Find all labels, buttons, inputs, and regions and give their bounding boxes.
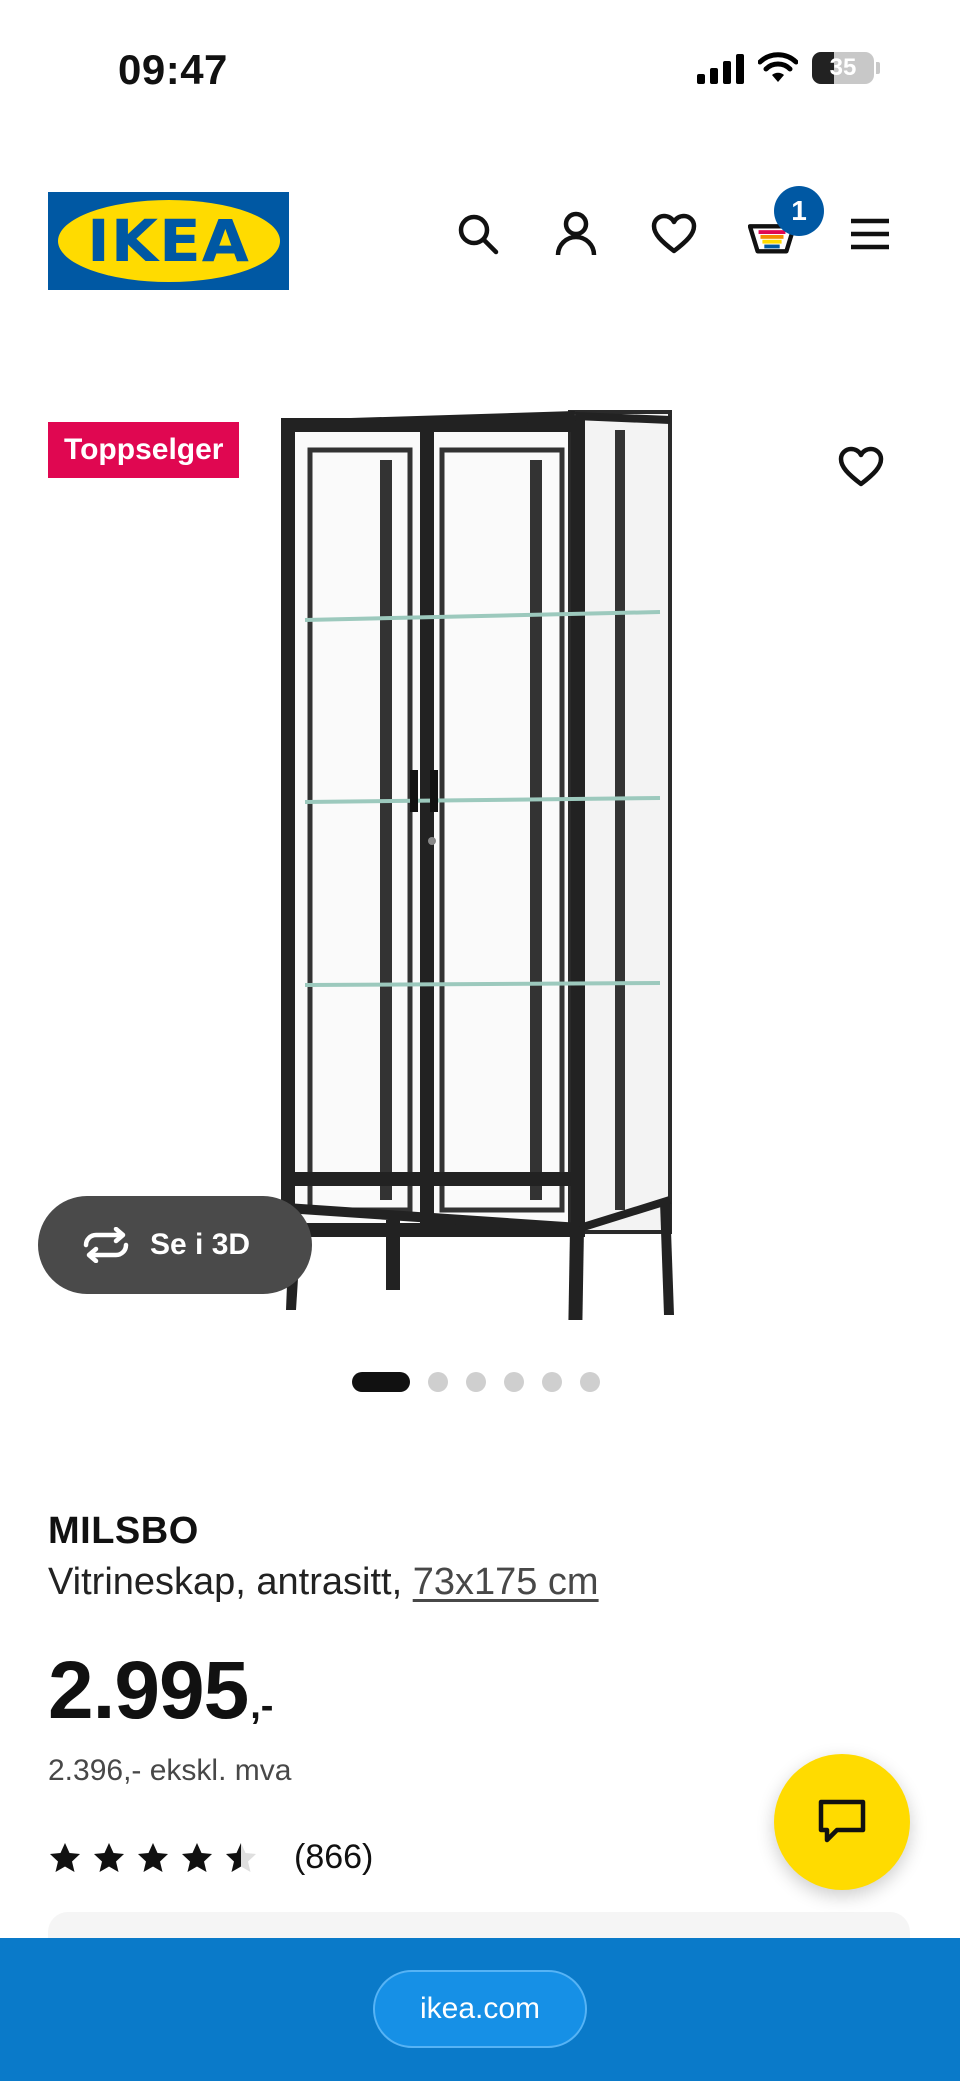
star-icon [138,1842,168,1872]
menu-icon[interactable] [846,210,894,258]
carousel-dot[interactable] [542,1372,562,1392]
cart-count-badge: 1 [774,186,824,236]
carousel-indicator [352,1372,600,1392]
top-seller-badge: Toppselger [48,422,240,478]
chat-button[interactable] [774,1754,910,1890]
site-header: IKEA 1 [0,186,960,290]
wifi-icon [758,52,798,82]
star-icon [182,1842,212,1872]
search-icon[interactable] [454,210,502,258]
address-bar[interactable]: ikea.com [373,1970,587,2048]
carousel-dot[interactable] [504,1372,524,1392]
star-rating [48,1841,258,1875]
view-in-3d-button[interactable]: Se i 3D [38,1196,312,1294]
price-excl-vat: 2.396,- ekskl. mva [48,1754,292,1787]
review-count: (866) [294,1838,374,1876]
carousel-dot[interactable] [428,1372,448,1392]
star-icon [226,1842,256,1872]
price: 2.995 ,- [48,1644,908,1738]
ikea-logo[interactable]: IKEA [48,192,289,290]
product-size-link[interactable]: 73x175 cm [413,1561,599,1603]
header-actions: 1 [454,186,894,258]
status-icons: 35 [697,52,880,84]
star-icon [94,1842,124,1872]
carousel-dot[interactable] [352,1372,410,1392]
rotate-3d-icon [83,1227,129,1263]
carousel-dot[interactable] [580,1372,600,1392]
chat-icon [818,1799,866,1843]
cart-icon[interactable]: 1 [748,186,824,258]
battery-level: 35 [829,54,857,81]
carousel-dot[interactable] [466,1372,486,1392]
product-photo [281,410,674,1320]
product-image-gallery[interactable]: Toppselger Se i 3D [0,360,960,1320]
browser-bottom-bar: ikea.com [0,1938,960,2081]
battery-icon: 35 [812,52,874,84]
view-in-3d-label: Se i 3D [150,1228,251,1261]
product-type: Vitrineskap, antrasitt, [48,1561,413,1603]
product-name: MILSBO [48,1510,199,1552]
add-to-wishlist-button[interactable] [838,446,886,494]
price-suffix: ,- [250,1685,274,1727]
user-icon[interactable] [552,210,600,258]
logo-text: IKEA [87,207,250,275]
cellular-signal-icon [697,52,744,84]
wishlist-heart-icon[interactable] [650,210,698,258]
product-description: Vitrineskap, antrasitt, 73x175 cm [48,1561,908,1604]
price-amount: 2.995 [48,1645,249,1736]
star-icon [50,1842,80,1872]
status-bar: 09:47 35 [0,0,960,140]
status-time: 09:47 [118,46,228,93]
